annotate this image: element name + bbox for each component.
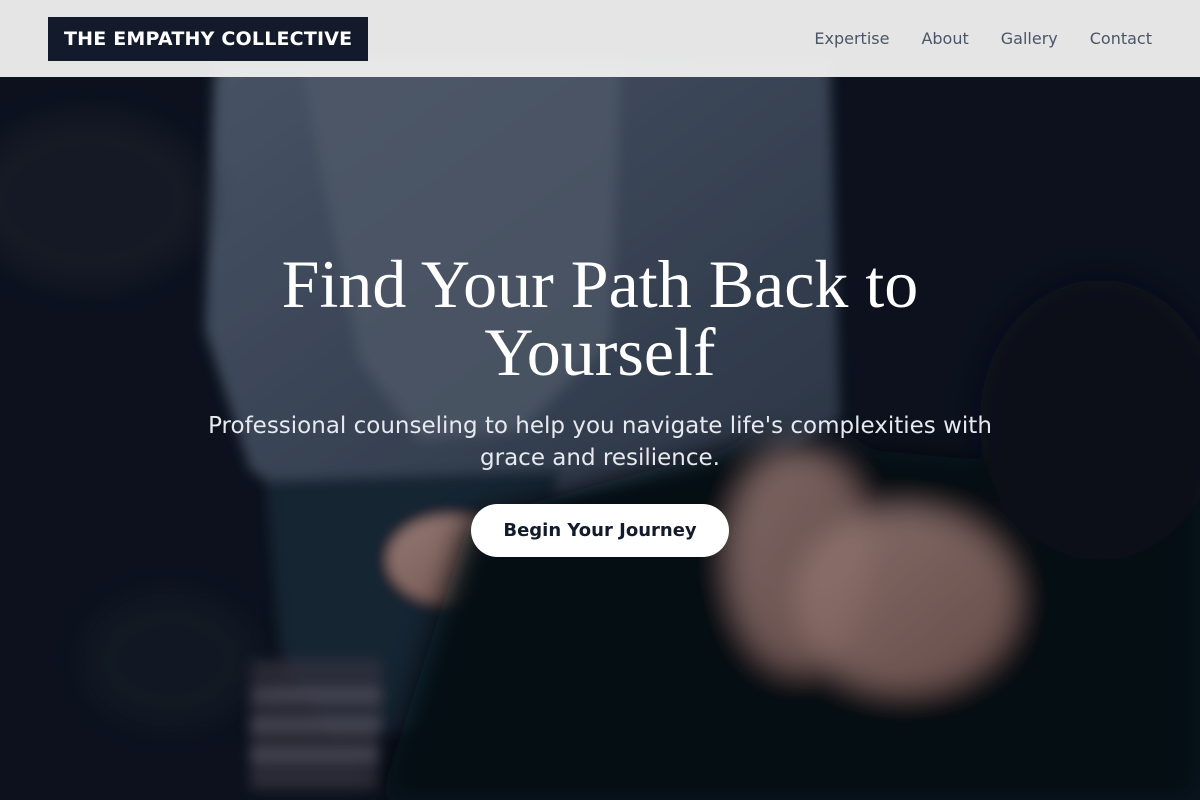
begin-journey-button[interactable]: Begin Your Journey bbox=[471, 504, 729, 557]
hero-title: Find Your Path Back to Yourself bbox=[281, 246, 919, 390]
nav-link-expertise[interactable]: Expertise bbox=[814, 29, 889, 48]
hero-subtitle: Professional counseling to help you navi… bbox=[208, 413, 992, 471]
nav-link-about[interactable]: About bbox=[921, 29, 968, 48]
brand-logo[interactable]: THE EMPATHY COLLECTIVE bbox=[48, 16, 369, 61]
nav-link-contact[interactable]: Contact bbox=[1090, 29, 1152, 48]
hero-content: Find Your Path Back to Yourself Professi… bbox=[0, 250, 1200, 557]
nav-link-gallery[interactable]: Gallery bbox=[1001, 29, 1058, 48]
nav-links: Expertise About Gallery Contact bbox=[814, 29, 1152, 48]
navbar: THE EMPATHY COLLECTIVE Expertise About G… bbox=[0, 0, 1200, 77]
